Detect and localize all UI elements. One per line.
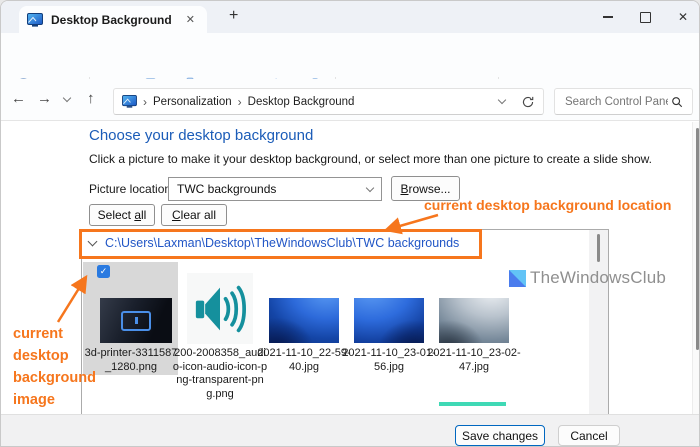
cancel-button[interactable]: Cancel	[558, 425, 620, 446]
display-icon	[122, 95, 137, 108]
display-icon	[27, 12, 43, 27]
up-button[interactable]: ↑	[87, 90, 95, 107]
annotation-image: current desktop background image	[13, 326, 96, 408]
breadcrumb-desktop-background[interactable]: Desktop Background	[248, 96, 355, 108]
file-name: 2021-11-10_22-59-40.jpg	[257, 347, 351, 373]
search-icon	[672, 96, 683, 107]
address-bar-row: ← → ↑ › Personalization › Desktop Backgr…	[1, 79, 699, 121]
breadcrumb-personalization[interactable]: Personalization	[153, 96, 232, 108]
clear-all-button[interactable]: Clear all	[161, 204, 227, 226]
picture-location-dropdown[interactable]: TWC backgrounds	[168, 177, 382, 201]
address-bar[interactable]: › Personalization › Desktop Background	[113, 88, 544, 115]
page-content: Choose your desktop background Click a p…	[1, 121, 699, 446]
tab-close-icon[interactable]: ✕	[182, 13, 199, 26]
printer-glyph	[121, 310, 151, 331]
watermark: TheWindowsClub	[509, 268, 666, 288]
thewindowsclub-logo-icon	[509, 269, 526, 287]
list-scrollbar-thumb[interactable]	[597, 234, 600, 262]
save-changes-button[interactable]: Save changes	[455, 425, 545, 446]
forward-button[interactable]: →	[37, 90, 52, 107]
file-thumbnail-wallpaper-3[interactable]	[439, 298, 509, 343]
tab-strip: Desktop Background ✕ + ✕	[1, 1, 699, 33]
crumb-separator: ›	[143, 94, 147, 109]
file-name: 2021-11-10_23-02-47.jpg	[427, 347, 521, 373]
picture-location-value: TWC backgrounds	[177, 182, 277, 196]
path-group-header[interactable]: C:\Users\Laxman\Desktop\TheWindowsClub\T…	[105, 236, 459, 250]
page-title: Choose your desktop background	[89, 127, 314, 144]
file-thumbnail-audio-icon[interactable]	[187, 273, 253, 344]
command-bar: New	[1, 33, 699, 99]
select-all-button[interactable]: Select all	[89, 204, 155, 226]
file-name: 200-2008358_audio-icon-audio-icon-png-tr…	[172, 347, 268, 400]
close-button[interactable]: ✕	[666, 1, 699, 33]
bottom-bar: Save changes Cancel	[1, 414, 699, 446]
file-name: 2021-11-10_23-01-56.jpg	[342, 347, 436, 373]
watermark-text: TheWindowsClub	[530, 268, 667, 287]
maximize-button[interactable]	[628, 1, 662, 33]
tab-title: Desktop Background	[51, 12, 172, 27]
minimize-icon	[603, 16, 613, 18]
speaker-icon	[195, 285, 246, 332]
minimize-button[interactable]	[591, 1, 625, 33]
picture-location-label: Picture location:	[89, 182, 175, 196]
explorer-window: Desktop Background ✕ + ✕ New	[0, 0, 700, 447]
recent-locations-chevron-icon[interactable]	[62, 93, 72, 103]
partial-thumbnail-next-row	[439, 402, 506, 406]
close-icon: ✕	[677, 10, 689, 24]
back-button[interactable]: ←	[11, 90, 26, 107]
search-box[interactable]	[554, 88, 693, 115]
file-thumbnail-wallpaper-2[interactable]	[354, 298, 424, 343]
file-thumbnail-wallpaper-1[interactable]	[269, 298, 339, 343]
page-description: Click a picture to make it your desktop …	[89, 152, 652, 166]
address-dropdown-chevron-icon[interactable]	[497, 95, 507, 105]
window-scrollbar-thumb[interactable]	[696, 128, 699, 350]
annotation-location: current desktop background location	[424, 197, 672, 213]
tab-desktop-background[interactable]: Desktop Background ✕	[19, 6, 207, 33]
chevron-down-icon	[365, 183, 375, 192]
search-input[interactable]	[563, 94, 670, 109]
file-thumbnail-3d-printer[interactable]	[100, 298, 172, 343]
refresh-icon[interactable]	[521, 95, 535, 109]
new-tab-button[interactable]: +	[223, 5, 244, 27]
file-checkbox[interactable]: ✓	[97, 265, 110, 278]
crumb-separator: ›	[237, 94, 242, 109]
maximize-icon	[639, 11, 651, 23]
check-icon: ✓	[99, 266, 108, 276]
